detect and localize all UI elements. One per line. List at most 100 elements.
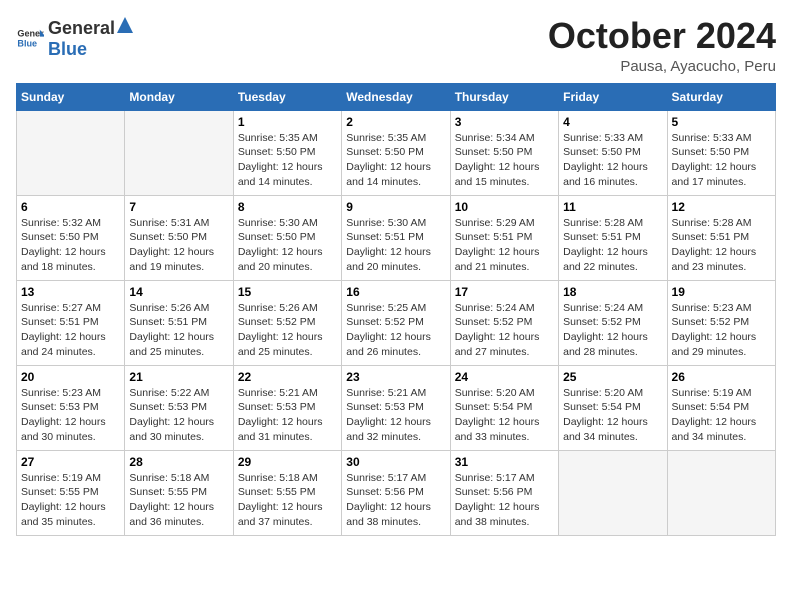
day-info: Sunrise: 5:23 AMSunset: 5:52 PMDaylight:… [672, 301, 771, 360]
day-number: 28 [129, 455, 228, 469]
logo-general: General [48, 18, 115, 39]
day-info: Sunrise: 5:19 AMSunset: 5:55 PMDaylight:… [21, 471, 120, 530]
logo-triangle-icon [116, 16, 134, 34]
day-number: 19 [672, 285, 771, 299]
day-info: Sunrise: 5:33 AMSunset: 5:50 PMDaylight:… [563, 131, 662, 190]
day-number: 20 [21, 370, 120, 384]
day-info: Sunrise: 5:34 AMSunset: 5:50 PMDaylight:… [455, 131, 554, 190]
title-block: October 2024 Pausa, Ayacucho, Peru [548, 16, 776, 75]
calendar-cell: 2Sunrise: 5:35 AMSunset: 5:50 PMDaylight… [342, 110, 450, 195]
day-number: 29 [238, 455, 337, 469]
day-number: 27 [21, 455, 120, 469]
day-number: 14 [129, 285, 228, 299]
calendar-cell: 17 Sunrise: 5:24 AMSunset: 5:52 PMDayligh… [450, 280, 558, 365]
calendar-cell: 31 Sunrise: 5:17 AMSunset: 5:56 PMDayligh… [450, 450, 558, 535]
logo: General Blue General Blue [16, 16, 135, 60]
day-info: Sunrise: 5:24 AMSunset: 5:52 PMDaylight:… [455, 301, 554, 360]
day-info: Sunrise: 5:18 AMSunset: 5:55 PMDaylight:… [238, 471, 337, 530]
day-info: Sunrise: 5:25 AMSunset: 5:52 PMDaylight:… [346, 301, 445, 360]
day-info: Sunrise: 5:27 AMSunset: 5:51 PMDaylight:… [21, 301, 120, 360]
day-number: 18 [563, 285, 662, 299]
calendar-cell: 23 Sunrise: 5:21 AMSunset: 5:53 PMDayligh… [342, 365, 450, 450]
month-year-title: October 2024 [548, 16, 776, 56]
day-info: Sunrise: 5:28 AMSunset: 5:51 PMDaylight:… [563, 216, 662, 275]
day-number: 4 [563, 115, 662, 129]
day-number: 31 [455, 455, 554, 469]
logo-blue: Blue [48, 39, 87, 59]
weekday-header-row: SundayMondayTuesdayWednesdayThursdayFrid… [17, 83, 776, 110]
logo-icon: General Blue [16, 24, 44, 52]
day-number: 6 [21, 200, 120, 214]
day-number: 22 [238, 370, 337, 384]
calendar-cell: 24Sunrise: 5:20 AMSunset: 5:54 PMDayligh… [450, 365, 558, 450]
calendar-cell: 27 Sunrise: 5:19 AMSunset: 5:55 PMDayligh… [17, 450, 125, 535]
day-number: 17 [455, 285, 554, 299]
day-info: Sunrise: 5:19 AMSunset: 5:54 PMDaylight:… [672, 386, 771, 445]
calendar-week-row: 6Sunrise: 5:32 AMSunset: 5:50 PMDaylight… [17, 195, 776, 280]
day-number: 13 [21, 285, 120, 299]
weekday-header-tuesday: Tuesday [233, 83, 341, 110]
calendar-cell: 6Sunrise: 5:32 AMSunset: 5:50 PMDaylight… [17, 195, 125, 280]
calendar-week-row: 13 Sunrise: 5:27 AMSunset: 5:51 PMDayligh… [17, 280, 776, 365]
calendar-cell: 16 Sunrise: 5:25 AMSunset: 5:52 PMDayligh… [342, 280, 450, 365]
calendar-week-row: 1 Sunrise: 5:35 AMSunset: 5:50 PMDaylight… [17, 110, 776, 195]
calendar-cell: 28 Sunrise: 5:18 AMSunset: 5:55 PMDayligh… [125, 450, 233, 535]
calendar-cell [125, 110, 233, 195]
day-number: 9 [346, 200, 445, 214]
day-info: Sunrise: 5:24 AMSunset: 5:52 PMDaylight:… [563, 301, 662, 360]
calendar-cell: 25 Sunrise: 5:20 AMSunset: 5:54 PMDayligh… [559, 365, 667, 450]
day-info: Sunrise: 5:31 AMSunset: 5:50 PMDaylight:… [129, 216, 228, 275]
day-number: 24 [455, 370, 554, 384]
calendar-cell: 29 Sunrise: 5:18 AMSunset: 5:55 PMDayligh… [233, 450, 341, 535]
weekday-header-friday: Friday [559, 83, 667, 110]
day-info: Sunrise: 5:33 AMSunset: 5:50 PMDaylight:… [672, 131, 771, 190]
calendar-cell: 7 Sunrise: 5:31 AMSunset: 5:50 PMDaylight… [125, 195, 233, 280]
day-info: Sunrise: 5:30 AMSunset: 5:50 PMDaylight:… [238, 216, 337, 275]
calendar-cell: 14 Sunrise: 5:26 AMSunset: 5:51 PMDayligh… [125, 280, 233, 365]
calendar-week-row: 20 Sunrise: 5:23 AMSunset: 5:53 PMDayligh… [17, 365, 776, 450]
calendar-cell [17, 110, 125, 195]
calendar-cell: 21Sunrise: 5:22 AMSunset: 5:53 PMDayligh… [125, 365, 233, 450]
calendar-cell: 12Sunrise: 5:28 AMSunset: 5:51 PMDayligh… [667, 195, 775, 280]
day-number: 7 [129, 200, 228, 214]
calendar-cell [667, 450, 775, 535]
weekday-header-monday: Monday [125, 83, 233, 110]
day-number: 30 [346, 455, 445, 469]
calendar-cell: 3Sunrise: 5:34 AMSunset: 5:50 PMDaylight… [450, 110, 558, 195]
weekday-header-sunday: Sunday [17, 83, 125, 110]
day-info: Sunrise: 5:30 AMSunset: 5:51 PMDaylight:… [346, 216, 445, 275]
day-info: Sunrise: 5:26 AMSunset: 5:51 PMDaylight:… [129, 301, 228, 360]
day-info: Sunrise: 5:22 AMSunset: 5:53 PMDaylight:… [129, 386, 228, 445]
weekday-header-saturday: Saturday [667, 83, 775, 110]
calendar-cell: 19 Sunrise: 5:23 AMSunset: 5:52 PMDayligh… [667, 280, 775, 365]
day-info: Sunrise: 5:29 AMSunset: 5:51 PMDaylight:… [455, 216, 554, 275]
day-number: 23 [346, 370, 445, 384]
day-info: Sunrise: 5:18 AMSunset: 5:55 PMDaylight:… [129, 471, 228, 530]
day-info: Sunrise: 5:23 AMSunset: 5:53 PMDaylight:… [21, 386, 120, 445]
day-info: Sunrise: 5:21 AMSunset: 5:53 PMDaylight:… [346, 386, 445, 445]
day-number: 1 [238, 115, 337, 129]
day-info: Sunrise: 5:17 AMSunset: 5:56 PMDaylight:… [455, 471, 554, 530]
day-number: 12 [672, 200, 771, 214]
calendar-cell: 9 Sunrise: 5:30 AMSunset: 5:51 PMDaylight… [342, 195, 450, 280]
day-info: Sunrise: 5:17 AMSunset: 5:56 PMDaylight:… [346, 471, 445, 530]
calendar-cell: 8Sunrise: 5:30 AMSunset: 5:50 PMDaylight… [233, 195, 341, 280]
svg-text:Blue: Blue [17, 38, 37, 48]
day-info: Sunrise: 5:35 AMSunset: 5:50 PMDaylight:… [346, 131, 445, 190]
calendar-cell: 13 Sunrise: 5:27 AMSunset: 5:51 PMDayligh… [17, 280, 125, 365]
calendar-cell [559, 450, 667, 535]
day-number: 15 [238, 285, 337, 299]
day-info: Sunrise: 5:26 AMSunset: 5:52 PMDaylight:… [238, 301, 337, 360]
day-number: 26 [672, 370, 771, 384]
calendar-cell: 4 Sunrise: 5:33 AMSunset: 5:50 PMDaylight… [559, 110, 667, 195]
calendar-cell: 10 Sunrise: 5:29 AMSunset: 5:51 PMDayligh… [450, 195, 558, 280]
day-number: 11 [563, 200, 662, 214]
day-number: 16 [346, 285, 445, 299]
calendar-cell: 20 Sunrise: 5:23 AMSunset: 5:53 PMDayligh… [17, 365, 125, 450]
calendar-cell: 22Sunrise: 5:21 AMSunset: 5:53 PMDayligh… [233, 365, 341, 450]
day-number: 10 [455, 200, 554, 214]
calendar-cell: 11 Sunrise: 5:28 AMSunset: 5:51 PMDayligh… [559, 195, 667, 280]
day-info: Sunrise: 5:20 AMSunset: 5:54 PMDaylight:… [563, 386, 662, 445]
calendar-cell: 30 Sunrise: 5:17 AMSunset: 5:56 PMDayligh… [342, 450, 450, 535]
day-number: 25 [563, 370, 662, 384]
